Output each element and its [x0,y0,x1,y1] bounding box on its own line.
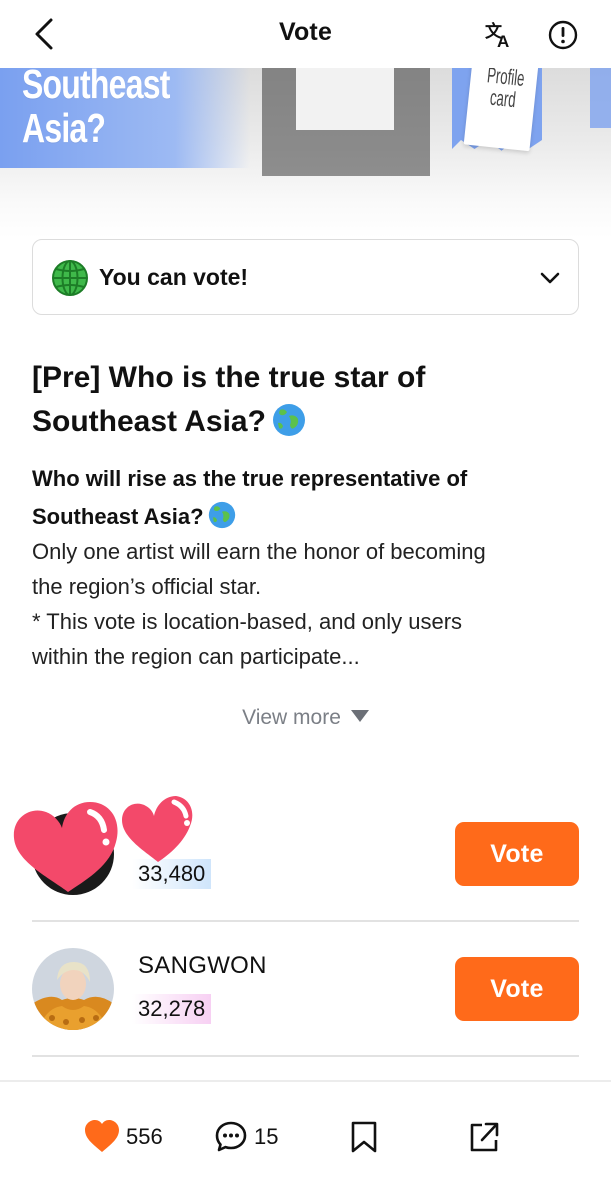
banner-frame-inner [296,68,394,130]
like-button[interactable]: 556 [84,1120,163,1154]
page-title: Vote [278,18,333,46]
heart-icon [85,1120,119,1152]
post-title-line2-wrap: Southeast Asia? [32,400,552,444]
candidate-vote-count: 32,278 [132,994,212,1024]
vote-button[interactable]: Vote [455,957,579,1021]
svg-text:A: A [497,32,509,51]
bottom-action-bar: 556 15 [0,1082,611,1199]
like-count: 556 [126,1124,163,1149]
banner-headline: Southeast Asia? [22,68,170,150]
post-body-line: Only one artist will earn the honor of b… [32,539,486,564]
banner-blue-edge [590,68,611,128]
post-title: [Pre] Who is the true star of Southeast … [32,356,552,444]
post-subtitle-line2-wrap: Southeast Asia? [32,498,572,536]
vote-status-dropdown[interactable]: You can vote! [32,239,579,315]
comment-icon [215,1121,247,1152]
vote-banner-image: Southeast Asia? Profile card [0,68,611,238]
heart-stickers-icon [13,796,193,892]
candidate-name: SANGWON [138,952,267,979]
banner-card-text: Profile card [484,68,526,113]
comment-count: 15 [254,1124,279,1149]
earth-globe-icon [208,501,235,529]
share-button[interactable] [468,1120,500,1154]
divider [32,1055,579,1057]
banner-headline-line2: Asia? [22,105,106,151]
bookmark-button[interactable] [348,1120,380,1154]
share-icon [470,1122,499,1152]
comment-button[interactable]: 15 [214,1120,278,1154]
post-body-line: * This vote is location-based, and only … [32,609,463,634]
vote-button[interactable]: Vote [455,822,579,886]
view-more-button[interactable]: View more [0,706,611,730]
alert-circle-icon [548,20,578,50]
view-more-label: View more [242,706,341,729]
report-button[interactable] [546,18,580,52]
post-subtitle-line2: Southeast Asia? [32,504,204,529]
post-title-line1: [Pre] Who is the true star of [32,361,426,394]
translate-icon: 文 A [485,21,509,51]
avatar-photo [32,948,114,1030]
post-body: Only one artist will earn the honor of b… [32,534,572,674]
post-body-line: within the region can participate... [32,644,360,669]
bookmark-icon [351,1121,377,1153]
top-bar: Vote 文 A [0,0,611,68]
translate-button[interactable]: 文 A [482,18,516,52]
vote-status-text: You can vote! [99,264,249,290]
avatar[interactable] [32,948,114,1030]
banner-card-line2: card [488,84,517,113]
caret-down-icon [350,710,369,722]
candidate-row: SANGWON 32,278 Vote [32,922,579,1057]
chevron-down-icon [540,272,560,284]
globe-emoji-icon [52,260,88,296]
post-title-line2: Southeast Asia? [32,405,266,438]
post-subtitle: Who will rise as the true representative… [32,460,572,536]
earth-globe-icon [272,404,305,436]
banner-headline-line1: Southeast [22,68,170,107]
post-body-line: the region’s official star. [32,574,262,599]
post-subtitle-line1: Who will rise as the true representative… [32,466,468,491]
